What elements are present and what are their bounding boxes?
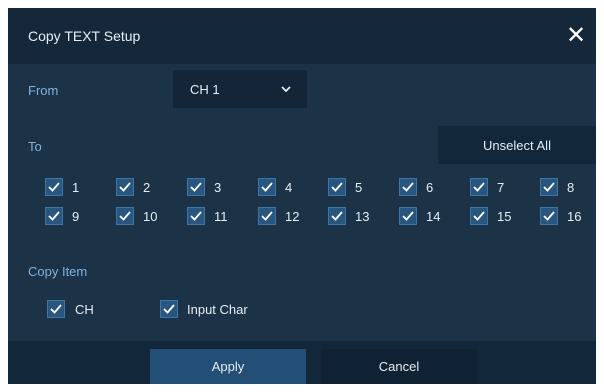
checkmark-icon bbox=[543, 182, 555, 192]
channel-label-1: 1 bbox=[72, 180, 80, 195]
checkmark-icon bbox=[261, 182, 273, 192]
checkmark-icon bbox=[543, 211, 555, 221]
checkmark-icon bbox=[473, 182, 485, 192]
copy-item-input-char-label: Input Char bbox=[187, 302, 248, 317]
checkmark-icon bbox=[190, 182, 202, 192]
channel-checkbox-14[interactable] bbox=[399, 207, 417, 225]
apply-button[interactable]: Apply bbox=[150, 349, 306, 384]
checkmark-icon bbox=[261, 211, 273, 221]
checkmark-icon bbox=[119, 211, 131, 221]
channel-checkbox-4[interactable] bbox=[258, 178, 276, 196]
unselect-all-button[interactable]: Unselect All bbox=[438, 126, 596, 164]
channel-checkbox-9[interactable] bbox=[45, 207, 63, 225]
dialog-title: Copy TEXT Setup bbox=[28, 28, 141, 44]
channel-checkbox-5[interactable] bbox=[328, 178, 346, 196]
to-label: To bbox=[28, 139, 42, 154]
channel-checkbox-8[interactable] bbox=[540, 178, 558, 196]
channel-checkbox-15[interactable] bbox=[470, 207, 488, 225]
from-label: From bbox=[28, 83, 59, 98]
channel-label-2: 2 bbox=[143, 180, 151, 195]
channel-checkbox-1[interactable] bbox=[45, 178, 63, 196]
channel-label-12: 12 bbox=[285, 209, 300, 224]
checkmark-icon bbox=[48, 182, 60, 192]
channel-label-11: 11 bbox=[214, 209, 228, 224]
checkmark-icon bbox=[402, 211, 414, 221]
channel-label-10: 10 bbox=[143, 209, 158, 224]
checkmark-icon bbox=[190, 211, 202, 221]
copy-item-label: Copy Item bbox=[28, 264, 88, 279]
close-icon[interactable]: ✕ bbox=[562, 22, 590, 50]
channel-label-13: 13 bbox=[355, 209, 370, 224]
channel-label-8: 8 bbox=[567, 180, 575, 195]
channel-label-9: 9 bbox=[72, 209, 80, 224]
channel-checkbox-16[interactable] bbox=[540, 207, 558, 225]
checkmark-icon bbox=[331, 211, 343, 221]
copy-item-ch-checkbox[interactable] bbox=[47, 300, 65, 318]
checkmark-icon bbox=[331, 182, 343, 192]
checkmark-icon bbox=[48, 211, 60, 221]
copy-item-input-char-checkbox[interactable] bbox=[160, 300, 178, 318]
channel-label-15: 15 bbox=[497, 209, 512, 224]
checkmark-icon bbox=[163, 304, 175, 314]
channel-checkbox-3[interactable] bbox=[187, 178, 205, 196]
channel-checkbox-2[interactable] bbox=[116, 178, 134, 196]
copy-item-ch-label: CH bbox=[75, 302, 94, 317]
channel-label-7: 7 bbox=[497, 180, 505, 195]
checkmark-icon bbox=[50, 304, 62, 314]
channel-label-14: 14 bbox=[426, 209, 441, 224]
from-channel-value: CH 1 bbox=[190, 82, 220, 97]
channel-label-3: 3 bbox=[214, 180, 222, 195]
cancel-button[interactable]: Cancel bbox=[321, 349, 477, 384]
channel-checkbox-6[interactable] bbox=[399, 178, 417, 196]
channel-checkbox-7[interactable] bbox=[470, 178, 488, 196]
channel-label-16: 16 bbox=[567, 209, 582, 224]
channel-checkbox-11[interactable] bbox=[187, 207, 205, 225]
channel-label-6: 6 bbox=[426, 180, 434, 195]
channel-label-4: 4 bbox=[285, 180, 293, 195]
channel-label-5: 5 bbox=[355, 180, 363, 195]
channel-checkbox-12[interactable] bbox=[258, 207, 276, 225]
channel-checkbox-13[interactable] bbox=[328, 207, 346, 225]
from-channel-select[interactable]: CH 1 bbox=[173, 70, 307, 108]
checkmark-icon bbox=[473, 211, 485, 221]
chevron-down-icon bbox=[281, 86, 291, 93]
checkmark-icon bbox=[402, 182, 414, 192]
checkmark-icon bbox=[119, 182, 131, 192]
channel-checkbox-10[interactable] bbox=[116, 207, 134, 225]
dialog-titlebar: Copy TEXT Setup ✕ bbox=[8, 8, 596, 64]
copy-text-setup-dialog: Copy TEXT Setup ✕ From CH 1 To Unselect … bbox=[8, 8, 596, 384]
